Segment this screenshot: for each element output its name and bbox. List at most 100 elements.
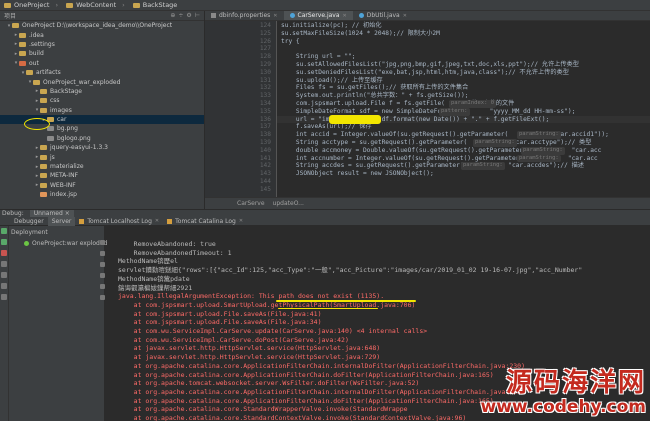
- console-line[interactable]: MethodName锛歶pdate: [118, 275, 190, 284]
- breadcrumb-item-webcontent[interactable]: WebContent ›: [62, 1, 129, 9]
- tree-item[interactable]: ▸ .idea: [0, 30, 204, 39]
- settings-icon[interactable]: [1, 294, 7, 300]
- file-icon: [40, 192, 47, 198]
- console-error-line[interactable]: at org.apache.catalina.core.ApplicationF…: [118, 397, 494, 406]
- code-line[interactable]: [277, 186, 281, 194]
- mute-breakpoints-icon[interactable]: [1, 283, 7, 289]
- tree-item[interactable]: ▸ .settings: [0, 40, 204, 49]
- tree-item[interactable]: ▸ WEB-INF: [0, 181, 204, 190]
- tree-item[interactable]: ▸ jquery-easyui-1.3.3: [0, 143, 204, 152]
- console-error-line[interactable]: at javax.servlet.http.HttpServlet.servic…: [118, 353, 381, 362]
- console-error-line[interactable]: at org.apache.catalina.core.ApplicationF…: [118, 371, 494, 380]
- scroll-to-end-icon[interactable]: [100, 273, 105, 278]
- close-icon[interactable]: ✕: [403, 13, 407, 19]
- breadcrumb: OneProject › WebContent › BackStage: [0, 0, 650, 11]
- breadcrumb-item-project[interactable]: OneProject ›: [0, 1, 62, 9]
- code-line[interactable]: String acctype = su.getRequest().getPara…: [277, 139, 592, 147]
- debug-tab-bar: Debugger Server Tomcat Localhost Log ✕ To…: [0, 216, 650, 226]
- stop-icon[interactable]: [1, 250, 7, 256]
- code-line[interactable]: f.saveAs(url);// 保存: [277, 123, 372, 131]
- rerun-icon[interactable]: [1, 239, 7, 245]
- scroll-up-icon[interactable]: [100, 240, 105, 245]
- tree-item[interactable]: ▾ artifacts: [0, 68, 204, 77]
- tree-item[interactable]: ▾ images: [0, 106, 204, 115]
- tree-item[interactable]: ▸ materialize: [0, 162, 204, 171]
- console-error-line[interactable]: at com.wu.ServiceImpl.CarServe.update(Ca…: [118, 327, 428, 336]
- resume-icon[interactable]: [1, 228, 7, 234]
- soft-wrap-icon[interactable]: [100, 262, 105, 267]
- code-line[interactable]: String accdes = su.getRequest().getParam…: [277, 162, 584, 170]
- tree-item[interactable]: ▸ BackStage: [0, 87, 204, 96]
- tab-tomcat-localhost-log[interactable]: Tomcat Localhost Log ✕: [75, 217, 163, 226]
- pause-icon[interactable]: [1, 261, 7, 267]
- console-error-line[interactable]: at org.apache.catalina.core.StandardCont…: [118, 414, 467, 421]
- console-error-line[interactable]: at org.apache.catalina.core.ApplicationF…: [118, 362, 525, 371]
- console-error-line[interactable]: at com.wu.ServiceImpl.CarServe.doPost(Ca…: [118, 336, 349, 345]
- console-error-line[interactable]: at org.apache.catalina.core.StandardWrap…: [118, 405, 408, 414]
- java-class-icon: [289, 13, 295, 18]
- tab-tomcat-catalina-log[interactable]: Tomcat Catalina Log ✕: [163, 217, 247, 226]
- console-line[interactable]: MethodName锛歴el: [118, 257, 178, 266]
- folder-icon: [132, 2, 140, 8]
- tree-item-label: BackStage: [50, 87, 82, 95]
- code-line[interactable]: su.initialize(pc); // 初始化: [277, 22, 382, 30]
- close-icon[interactable]: ✕: [155, 218, 159, 224]
- tree-item[interactable]: ▸ META-INF: [0, 171, 204, 180]
- console-error-line[interactable]: at javax.servlet.http.HttpServlet.servic…: [118, 344, 381, 353]
- console-line[interactable]: 鎬诲叡瀛楄妭鏁帮細2921: [118, 284, 192, 293]
- code-line[interactable]: JSONObject result = new JSONObject();: [277, 170, 434, 178]
- breadcrumb-item-backstage[interactable]: BackStage: [129, 1, 182, 9]
- folder-icon: [40, 182, 47, 188]
- code-line[interactable]: [277, 178, 281, 186]
- view-breakpoints-icon[interactable]: [1, 272, 7, 278]
- clear-all-icon[interactable]: [100, 295, 105, 300]
- globe-icon[interactable]: ⊕: [170, 12, 175, 19]
- code-line[interactable]: su.setDeniedFilesList("exe,bat,jsp,html,…: [277, 69, 569, 77]
- code-line[interactable]: System.out.println("总共字数：" + fs.getSize(…: [277, 92, 469, 100]
- tree-item[interactable]: ▸ js: [0, 152, 204, 161]
- tree-item[interactable]: bglogo.png: [0, 134, 204, 143]
- code-line[interactable]: su.setMaxFileSize(1024 * 2048);// 限制大小2M: [277, 30, 440, 38]
- parameter-hint: paramIndex: 0: [449, 100, 497, 108]
- tree-item[interactable]: ▾ OneProject D:\\workspace_idea_demo\\One…: [0, 21, 204, 30]
- tree-item-label: out: [29, 59, 39, 67]
- code-editor[interactable]: 124 125 126 127 128 129 130 131 132 133 134 135 136 1…: [205, 21, 650, 197]
- tab-server[interactable]: Server: [47, 216, 76, 226]
- hide-icon[interactable]: ⊢: [195, 12, 200, 19]
- code-line[interactable]: [277, 45, 281, 53]
- close-icon[interactable]: ✕: [343, 13, 347, 19]
- tab-dbutil-java[interactable]: DbUtil.java ✕: [353, 11, 413, 20]
- editor-breadcrumb-class[interactable]: CarServe: [237, 200, 265, 207]
- code-line[interactable]: su.setAllowedFilesList("jpg,png,bmp,gif,…: [277, 61, 579, 69]
- editor-breadcrumb-method[interactable]: updateO...: [273, 200, 304, 207]
- console-error-line[interactable]: at com.jspsmart.upload.File.saveAs(File.…: [118, 318, 322, 327]
- collapse-icon[interactable]: ÷: [178, 12, 183, 19]
- tab-carserve-java[interactable]: CarServe.java ✕: [283, 11, 353, 20]
- gear-icon[interactable]: ⚙: [186, 12, 191, 19]
- deployment-item[interactable]: OneProject:war exploded: [24, 240, 107, 247]
- line-number: 139: [259, 139, 271, 146]
- code-line[interactable]: SimpleDateFormat sdf = new SimpleDateFor…: [277, 108, 575, 116]
- console-line[interactable]: servlet鐨勬暟鎹細{"rows":[{"acc_Id":125,"acc_…: [118, 266, 582, 275]
- tab-dbinfo-properties[interactable]: dbinfo.properties ✕: [205, 11, 284, 20]
- line-number: 142: [259, 162, 271, 170]
- scroll-down-icon[interactable]: [100, 251, 105, 256]
- console-error-line[interactable]: at com.jspsmart.upload.File.saveAs(File.…: [118, 310, 322, 319]
- tree-item[interactable]: ▾ out: [0, 59, 204, 68]
- console-error-line[interactable]: at org.apache.catalina.core.ApplicationF…: [118, 388, 525, 397]
- tree-item[interactable]: ▾ OneProject_war_exploded: [0, 77, 204, 86]
- code-area[interactable]: su.initialize(pc); // 初始化 su.setMaxFileSi…: [277, 21, 650, 197]
- tree-item[interactable]: ▸ css: [0, 96, 204, 105]
- close-icon[interactable]: ✕: [239, 218, 243, 224]
- code-line[interactable]: String url = "";: [277, 53, 356, 61]
- close-icon[interactable]: ✕: [273, 13, 277, 19]
- folder-icon: [40, 173, 47, 179]
- tree-item[interactable]: ▸ build: [0, 49, 204, 58]
- console-error-line[interactable]: at org.apache.tomcat.websocket.server.Ws…: [118, 379, 420, 388]
- console-line[interactable]: RemoveAbandoned: true: [118, 240, 216, 249]
- print-icon[interactable]: [100, 284, 105, 289]
- line-number: 126: [259, 37, 271, 45]
- tab-debugger[interactable]: Debugger: [10, 217, 48, 226]
- code-line[interactable]: try {: [277, 38, 300, 46]
- tree-item[interactable]: index.jsp: [0, 190, 204, 199]
